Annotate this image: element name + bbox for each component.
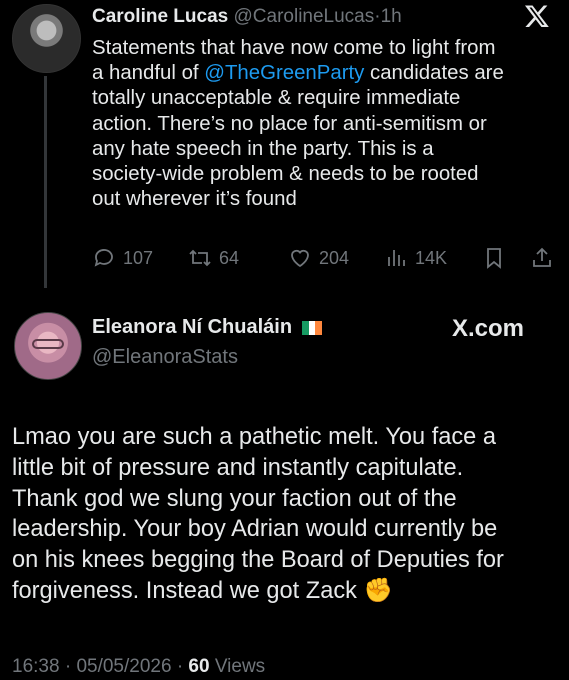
tweet-line: action. There’s no place for anti-semiti… (92, 112, 487, 135)
views-count: 14K (415, 247, 448, 268)
tweet-text: Statements that have now come to light f… (92, 36, 562, 212)
heart-icon (291, 249, 309, 268)
irish-flag-icon (302, 320, 323, 335)
author-name[interactable]: Caroline Lucas (92, 6, 228, 27)
action-bar: 107 64 204 14K (92, 246, 562, 274)
author-handle[interactable]: @CarolineLucas (234, 6, 375, 27)
timestamp[interactable]: 16:38 (12, 656, 60, 677)
repost-button[interactable]: 64 (188, 246, 239, 270)
tweet-text-fragment: candidates are (364, 62, 504, 85)
share-icon (533, 247, 551, 267)
tweet-line: any hate speech in the party. This is a (92, 137, 434, 160)
tweet-line: totally unacceptable & require immediate (92, 87, 461, 110)
repost-icon (189, 249, 211, 267)
tweet-line: leadership. Your boy Adrian would curren… (12, 516, 498, 543)
timestamp[interactable]: 1h (381, 6, 402, 27)
tweet-meta: 16:38 · 05/05/2026 · 60 Views (12, 656, 265, 678)
x-logo-icon (524, 5, 549, 28)
views-button[interactable]: 14K (384, 246, 447, 270)
avatar[interactable] (14, 312, 82, 380)
tweet-line: on his knees begging the Board of Deputi… (12, 547, 504, 574)
bookmark-button[interactable] (482, 246, 506, 270)
tweet-line: Statements that have now come to light f… (92, 37, 496, 59)
tweet-line: a handful of @TheGreenParty candidates a… (92, 61, 562, 86)
date[interactable]: 05/05/2026 (76, 656, 171, 677)
tweet-line: society-wide problem & needs to be roote… (92, 163, 479, 186)
share-button[interactable] (530, 246, 554, 270)
avatar[interactable] (12, 4, 81, 73)
tweet-header: Caroline Lucas @CarolineLucas·1h (92, 6, 402, 28)
reply-button[interactable]: 107 (92, 246, 153, 270)
tweet-text-fragment: a handful of (92, 62, 205, 85)
author-name[interactable]: Eleanora Ní Chualáin (92, 316, 292, 339)
bar-chart-icon (388, 250, 405, 266)
tweet-text: Lmao you are such a pathetic melt. You f… (12, 422, 562, 607)
like-count: 204 (319, 247, 350, 268)
reply-count: 107 (123, 247, 154, 268)
avatar-glasses (32, 339, 64, 349)
like-button[interactable]: 204 (288, 246, 349, 270)
tweet-header: Eleanora Ní Chualáin (92, 316, 323, 339)
tweet-line: Thank god we slung your faction out of t… (12, 485, 457, 512)
views-label: Views (214, 656, 266, 677)
reply-icon (94, 249, 113, 267)
xcom-watermark: X.com (452, 315, 525, 342)
mention-link[interactable]: @TheGreenParty (204, 62, 364, 84)
separator: · (176, 656, 184, 677)
author-handle[interactable]: @EleanoraStats (92, 346, 238, 369)
thread-line (44, 76, 47, 288)
tweet-line: little bit of pressure and instantly cap… (12, 454, 464, 481)
tweet-line: forgiveness. Instead we got Zack ✊ (12, 577, 393, 604)
views-count: 60 (188, 656, 210, 677)
separator: · (64, 656, 72, 677)
tweet-line: Lmao you are such a pathetic melt. You f… (12, 424, 496, 450)
tweet-line: out wherever it’s found (92, 188, 297, 211)
repost-count: 64 (219, 247, 240, 268)
bookmark-icon (487, 248, 501, 269)
